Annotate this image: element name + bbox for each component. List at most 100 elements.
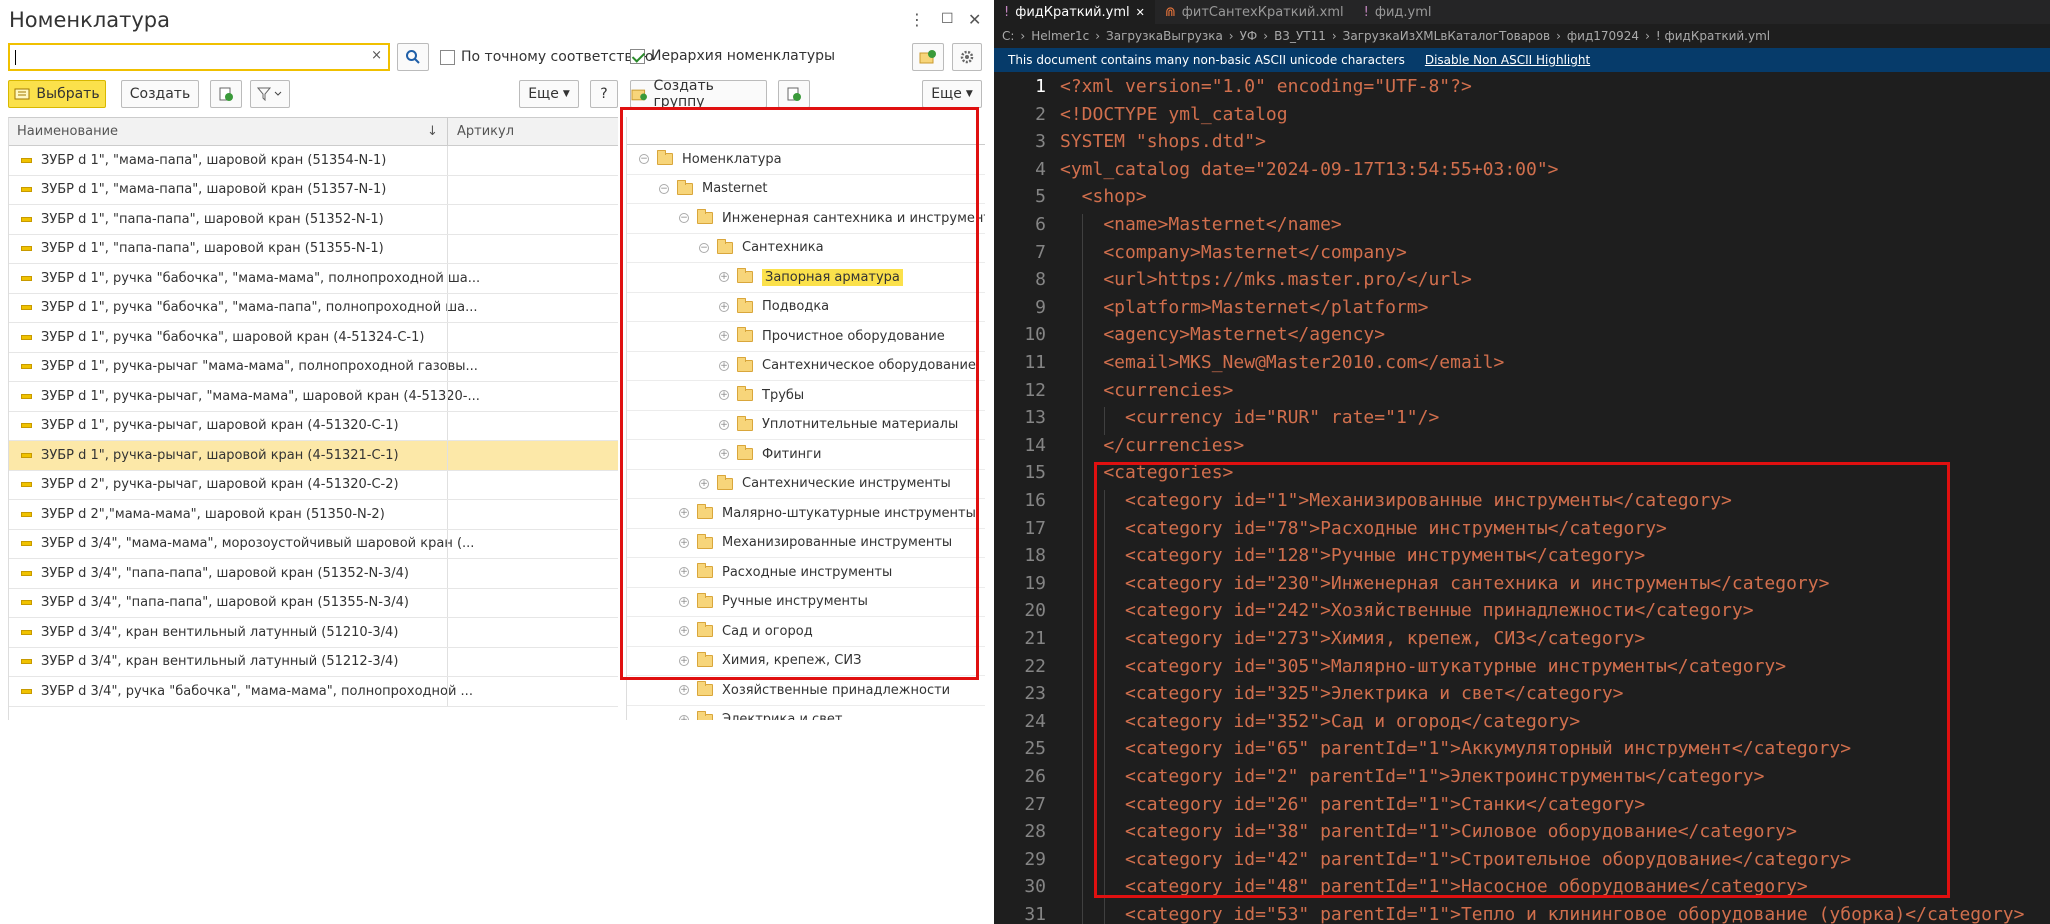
editor-tab[interactable]: ⋒ фитСантехКраткий.xml (1155, 0, 1354, 24)
line-number: 28 (1024, 821, 1046, 843)
code-line[interactable]: <name>Masternet</name> (1060, 214, 1341, 235)
code-line[interactable]: <email>MKS_New@Master2010.com</email> (1060, 352, 1504, 373)
row-name: ЗУБР d 1", ручка "бабочка", "мама-папа",… (41, 300, 478, 316)
breadcrumb-item[interactable]: C: (1002, 29, 1014, 43)
help-button[interactable]: ? (590, 80, 618, 108)
column-name-header[interactable]: Наименование (17, 124, 118, 139)
copy-group-button[interactable] (778, 80, 810, 108)
close-tab-icon[interactable]: ✕ (1136, 6, 1145, 19)
select-button[interactable]: Выбрать (8, 80, 106, 108)
clear-search-icon[interactable]: × (371, 48, 382, 63)
line-number: 10 (1024, 324, 1046, 346)
line-number: 2 (1035, 103, 1046, 125)
item-icon (21, 246, 32, 252)
code-line[interactable]: <!DOCTYPE yml_catalog (1060, 104, 1288, 125)
breadcrumb-item[interactable]: ! фидКраткий.yml (1656, 29, 1770, 43)
hierarchy-checkbox[interactable]: Иерархия номенклатуры (630, 48, 835, 64)
breadcrumb-item[interactable]: Helmer1c (1031, 29, 1089, 43)
table-row[interactable]: ЗУБР d 1", "папа-папа", шаровой кран (51… (9, 205, 618, 235)
table-row[interactable]: ЗУБР d 1", ручка "бабочка", "мама-мама",… (9, 264, 618, 294)
row-name: ЗУБР d 3/4", "папа-папа", шаровой кран (… (41, 565, 409, 581)
code-line[interactable]: <url>https://mks.master.pro/</url> (1060, 269, 1471, 290)
folder-icon (697, 710, 713, 720)
table-row[interactable]: ЗУБР d 1", "мама-папа", шаровой кран (51… (9, 146, 618, 176)
breadcrumb-item[interactable]: УФ (1240, 29, 1258, 43)
code-line[interactable]: <shop> (1060, 186, 1147, 207)
code-line[interactable]: <company>Masternet</company> (1060, 242, 1406, 263)
row-name: ЗУБР d 1", "мама-папа", шаровой кран (51… (41, 182, 387, 198)
tree-node[interactable]: + Хозяйственные принадлежности (627, 676, 985, 706)
code-line[interactable]: <currency id="RUR" rate="1"/> (1060, 407, 1439, 428)
maximize-icon[interactable]: ☐ (941, 11, 954, 27)
tree-node[interactable]: + Электрика и свет (627, 706, 985, 720)
line-number: 27 (1024, 793, 1046, 815)
settings-button[interactable] (952, 43, 982, 71)
breadcrumb-item[interactable]: ЗагрузкаВыгрузка (1106, 29, 1223, 43)
chevron-down-icon: ▼ (562, 89, 570, 99)
table-row[interactable]: ЗУБР d 1", ручка-рычаг "мама-мама", полн… (9, 352, 618, 382)
code-line[interactable]: <?xml version="1.0" encoding="UTF-8"?> (1060, 76, 1472, 97)
table-row[interactable]: ЗУБР d 2","мама-мама", шаровой кран (513… (9, 500, 618, 530)
table-row[interactable]: ЗУБР d 3/4", "папа-папа", шаровой кран (… (9, 588, 618, 618)
table-row[interactable]: ЗУБР d 1", ручка "бабочка", "мама-папа",… (9, 293, 618, 323)
breadcrumb-item[interactable]: ЗагрузкаИзXMLвКаталогТоваров (1343, 29, 1550, 43)
item-icon (21, 423, 32, 429)
code-line[interactable]: </currencies> (1060, 435, 1244, 456)
search-input[interactable]: × (8, 43, 390, 71)
table-row[interactable]: ЗУБР d 3/4", ручка "бабочка", "мама-мама… (9, 677, 618, 707)
table-row[interactable]: ЗУБР d 1", ручка-рычаг, "мама-мама", шар… (9, 382, 618, 412)
code-line[interactable]: <agency>Masternet</agency> (1060, 324, 1385, 345)
exact-match-checkbox[interactable]: По точному соответствию (440, 49, 654, 65)
table-row[interactable]: ЗУБР d 3/4", "мама-мама", морозоустойчив… (9, 529, 618, 559)
editor-tab[interactable]: ! фид.yml (1354, 0, 1442, 24)
code-line[interactable]: <currencies> (1060, 380, 1233, 401)
breadcrumb-separator-icon: › (1228, 29, 1234, 43)
item-icon (21, 334, 32, 340)
table-row[interactable]: ЗУБР d 1", "папа-папа", шаровой кран (51… (9, 234, 618, 264)
row-name: ЗУБР d 1", "папа-папа", шаровой кран (51… (41, 241, 384, 257)
create-button[interactable]: Создать (121, 80, 199, 108)
expand-icon[interactable]: + (679, 685, 689, 696)
create-group-button[interactable]: Создать группу (630, 78, 767, 110)
code-line[interactable]: <category id="53" parentId="1">Тепло и к… (1060, 904, 2024, 924)
code-line[interactable]: <yml_catalog date="2024-09-17T13:54:55+0… (1060, 159, 1559, 180)
code-line[interactable]: <platform>Masternet</platform> (1060, 297, 1428, 318)
filter-button[interactable] (250, 80, 290, 108)
row-name: ЗУБР d 2", ручка-рычаг, шаровой кран (4-… (41, 477, 399, 493)
row-name: ЗУБР d 3/4", "папа-папа", шаровой кран (… (41, 595, 409, 611)
line-number: 20 (1024, 600, 1046, 622)
breadcrumb-item[interactable]: В3_УТ11 (1274, 29, 1326, 43)
more-button-tree[interactable]: Еще ▼ (922, 80, 982, 108)
disable-highlight-link[interactable]: Disable Non ASCII Highlight (1425, 53, 1590, 67)
line-number: 16 (1024, 490, 1046, 511)
breadcrumb-item[interactable]: фид170924 (1567, 29, 1639, 43)
copy-button[interactable] (210, 80, 242, 108)
sort-arrow-icon[interactable]: ↓ (427, 124, 438, 139)
line-number: 3 (1035, 131, 1046, 153)
line-number: 15 (1024, 462, 1046, 484)
export-button[interactable] (912, 43, 944, 71)
expand-icon[interactable]: + (679, 714, 689, 720)
table-row[interactable]: ЗУБР d 1", ручка-рычаг, шаровой кран (4-… (9, 411, 618, 441)
search-button[interactable] (397, 43, 429, 71)
code-line[interactable]: SYSTEM "shops.dtd"> (1060, 131, 1266, 152)
yaml-icon: ! (1004, 4, 1010, 20)
line-number: 26 (1024, 766, 1046, 787)
close-icon[interactable]: ✕ (968, 10, 981, 29)
table-row[interactable]: ЗУБР d 3/4", кран вентильный латунный (5… (9, 618, 618, 648)
tree-node-label: Электрика и свет (722, 712, 843, 720)
table-row[interactable]: ЗУБР d 1", ручка-рычаг, шаровой кран (4-… (9, 441, 618, 471)
column-article-header[interactable]: Артикул (457, 124, 514, 139)
more-button[interactable]: Еще ▼ (519, 80, 579, 108)
line-number: 14 (1024, 434, 1046, 456)
more-options-icon[interactable]: ⋮ (909, 10, 925, 29)
yaml-icon: ! (1363, 4, 1369, 20)
table-row[interactable]: ЗУБР d 3/4", "папа-папа", шаровой кран (… (9, 559, 618, 589)
table-row[interactable]: ЗУБР d 2", ручка-рычаг, шаровой кран (4-… (9, 470, 618, 500)
items-table: Наименование ↓ Артикул ЗУБР d 1", "мама-… (8, 117, 618, 720)
row-name: ЗУБР d 2","мама-мама", шаровой кран (513… (41, 506, 385, 522)
table-row[interactable]: ЗУБР d 3/4", кран вентильный латунный (5… (9, 647, 618, 677)
editor-tab[interactable]: ! фидКраткий.yml ✕ (994, 0, 1155, 24)
table-row[interactable]: ЗУБР d 1", ручка "бабочка", шаровой кран… (9, 323, 618, 353)
table-row[interactable]: ЗУБР d 1", "мама-папа", шаровой кран (51… (9, 175, 618, 205)
